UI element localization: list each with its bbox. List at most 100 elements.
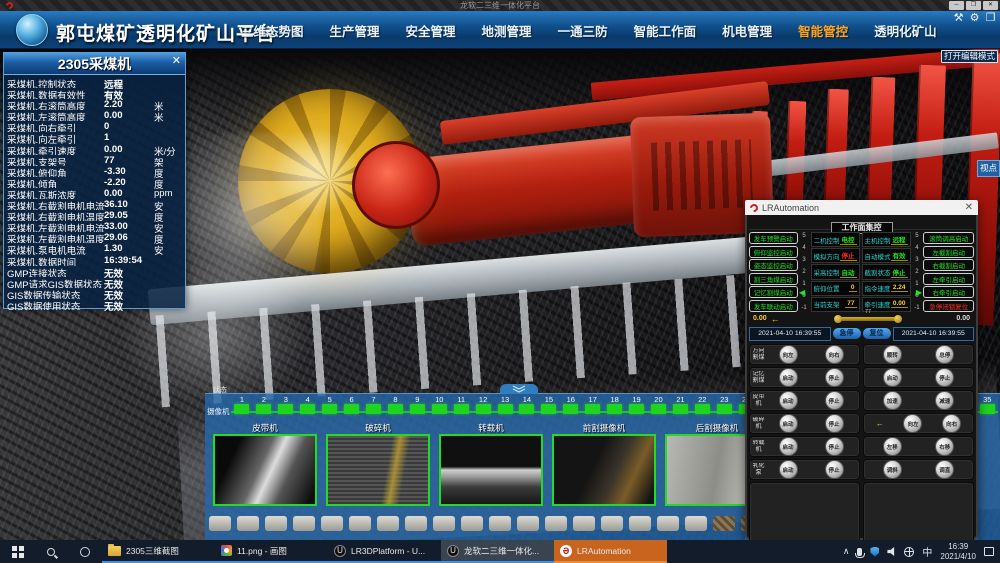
- filmstrip-cell[interactable]: [545, 516, 567, 531]
- camera-thumb[interactable]: 转载机: [439, 422, 543, 506]
- control-button[interactable]: 减速: [935, 391, 954, 410]
- camera-video-frame[interactable]: [326, 434, 430, 506]
- filmstrip-cell[interactable]: [685, 516, 707, 531]
- camera-channel-17[interactable]: 17: [582, 395, 604, 421]
- nav-item-7[interactable]: 机电管理: [709, 21, 785, 40]
- camera-thumb[interactable]: 破碎机: [326, 422, 430, 506]
- ime-icon[interactable]: 中: [922, 544, 932, 559]
- lra-right-button-3[interactable]: 右截割启动: [923, 259, 974, 271]
- filmstrip-cell[interactable]: [461, 516, 483, 531]
- camera-channel-20[interactable]: 20: [648, 395, 670, 421]
- note-icon[interactable]: [984, 547, 994, 556]
- camera-channel-4[interactable]: 4: [297, 395, 319, 421]
- maximize-button[interactable]: ❐: [966, 1, 981, 10]
- filmstrip-cell[interactable]: [265, 516, 287, 531]
- camera-channel-3[interactable]: 3: [275, 395, 297, 421]
- camera-channel-5[interactable]: 5: [319, 395, 341, 421]
- filmstrip-cell[interactable]: [601, 516, 623, 531]
- settings-gear-icon[interactable]: ⚙: [968, 11, 981, 24]
- camera-channel-2[interactable]: 2: [253, 395, 275, 421]
- close-button[interactable]: ✕: [983, 1, 998, 10]
- globe-icon[interactable]: [904, 547, 914, 557]
- nav-item-4[interactable]: 地测管理: [469, 21, 545, 40]
- open-edit-mode-button[interactable]: 打开编辑模式: [941, 50, 998, 63]
- strip-collapse-tab[interactable]: [500, 384, 538, 394]
- control-button[interactable]: 启动: [779, 391, 798, 410]
- nav-item-2[interactable]: 生产管理: [317, 21, 393, 40]
- control-button[interactable]: 调斜: [883, 460, 902, 479]
- taskbar-app-3[interactable]: ULR3DPlatform - U...: [328, 540, 441, 563]
- reset-button[interactable]: 复位: [863, 328, 891, 339]
- estop-button[interactable]: 急停: [833, 328, 861, 339]
- control-button[interactable]: 停止: [825, 391, 844, 410]
- viewpoint-tab[interactable]: 视点: [977, 160, 1000, 177]
- filmstrip-cell[interactable]: [321, 516, 343, 531]
- camera-channel-8[interactable]: 8: [384, 395, 406, 421]
- shield-icon[interactable]: [870, 547, 879, 557]
- control-button[interactable]: 总停: [935, 345, 954, 364]
- control-button[interactable]: 左移: [883, 437, 902, 456]
- lra-right-button-5[interactable]: 右牵引启动: [923, 286, 974, 298]
- camera-channel-10[interactable]: 10: [428, 395, 450, 421]
- filmstrip-cell[interactable]: [237, 516, 259, 531]
- camera-video-frame[interactable]: [213, 434, 317, 506]
- filmstrip-cell[interactable]: [713, 516, 735, 531]
- taskbar-app-5[interactable]: ƏLRAutomation: [554, 540, 667, 563]
- control-button[interactable]: 启动: [883, 368, 902, 387]
- camera-channel-6[interactable]: 6: [341, 395, 363, 421]
- taskbar-app-4[interactable]: U龙软二三维一体化...: [441, 540, 554, 563]
- mic-icon[interactable]: [857, 548, 862, 556]
- nav-item-6[interactable]: 智能工作面: [621, 21, 710, 40]
- filmstrip-cell[interactable]: [573, 516, 595, 531]
- control-button[interactable]: 启动: [779, 437, 798, 456]
- taskbar-app-2[interactable]: 11.png - 画图: [215, 540, 328, 563]
- taskbar-app-1[interactable]: 2305三维截图: [102, 540, 215, 563]
- lra-left-button-4[interactable]: 割三角煤启动: [749, 273, 798, 285]
- control-button[interactable]: 向左: [779, 345, 798, 364]
- control-button[interactable]: 顺转: [883, 345, 902, 364]
- tools-icon[interactable]: ⚒: [952, 11, 965, 24]
- camera-channel-23[interactable]: 23: [713, 395, 735, 421]
- lra-right-button-2[interactable]: 左截割启动: [923, 246, 974, 258]
- start-button[interactable]: [0, 540, 34, 563]
- camera-channel-18[interactable]: 18: [604, 395, 626, 421]
- control-button[interactable]: 向左: [903, 414, 922, 433]
- control-button[interactable]: 停止: [825, 414, 844, 433]
- control-button[interactable]: 停止: [825, 460, 844, 479]
- camera-channel-9[interactable]: 9: [406, 395, 428, 421]
- camera-channel-19[interactable]: 19: [626, 395, 648, 421]
- control-button[interactable]: 加速: [883, 391, 902, 410]
- nav-item-3[interactable]: 安全管理: [393, 21, 469, 40]
- lra-right-button-6[interactable]: 急停闭锁复位: [923, 300, 974, 312]
- lra-left-button-2[interactable]: 俯仰监控启动: [749, 246, 798, 258]
- nav-item-5[interactable]: 一通三防: [545, 21, 621, 40]
- control-button[interactable]: 停止: [935, 368, 954, 387]
- panel-close-icon[interactable]: ✕: [172, 56, 181, 67]
- fullscreen-icon[interactable]: ❐: [984, 11, 997, 24]
- filmstrip-cell[interactable]: [349, 516, 371, 531]
- filmstrip-cell[interactable]: [433, 516, 455, 531]
- clock[interactable]: 16:392021/4/10: [940, 542, 976, 561]
- camera-channel-14[interactable]: 14: [516, 395, 538, 421]
- taskbar-search-button[interactable]: [34, 540, 68, 563]
- control-button[interactable]: 右移: [935, 437, 954, 456]
- camera-channel-12[interactable]: 12: [472, 395, 494, 421]
- camera-channel-11[interactable]: 11: [450, 395, 472, 421]
- filmstrip-cell[interactable]: [405, 516, 427, 531]
- filmstrip-cell[interactable]: [517, 516, 539, 531]
- nav-item-1[interactable]: 三维态势图: [228, 21, 317, 40]
- control-button[interactable]: 停止: [825, 368, 844, 387]
- speaker-icon[interactable]: [887, 547, 896, 556]
- control-button[interactable]: 调直: [935, 460, 954, 479]
- camera-channel-7[interactable]: 7: [363, 395, 385, 421]
- control-button[interactable]: 向右: [942, 414, 961, 433]
- lra-left-button-3[interactable]: 姿态监控启动: [749, 259, 798, 271]
- camera-thumb[interactable]: 皮带机: [213, 422, 317, 506]
- lra-close-icon[interactable]: ✕: [965, 202, 973, 213]
- control-button[interactable]: 向右: [825, 345, 844, 364]
- control-button[interactable]: 启动: [779, 368, 798, 387]
- camera-channel-22[interactable]: 22: [691, 395, 713, 421]
- filmstrip-cell[interactable]: [489, 516, 511, 531]
- filmstrip-cell[interactable]: [629, 516, 651, 531]
- filmstrip-cell[interactable]: [657, 516, 679, 531]
